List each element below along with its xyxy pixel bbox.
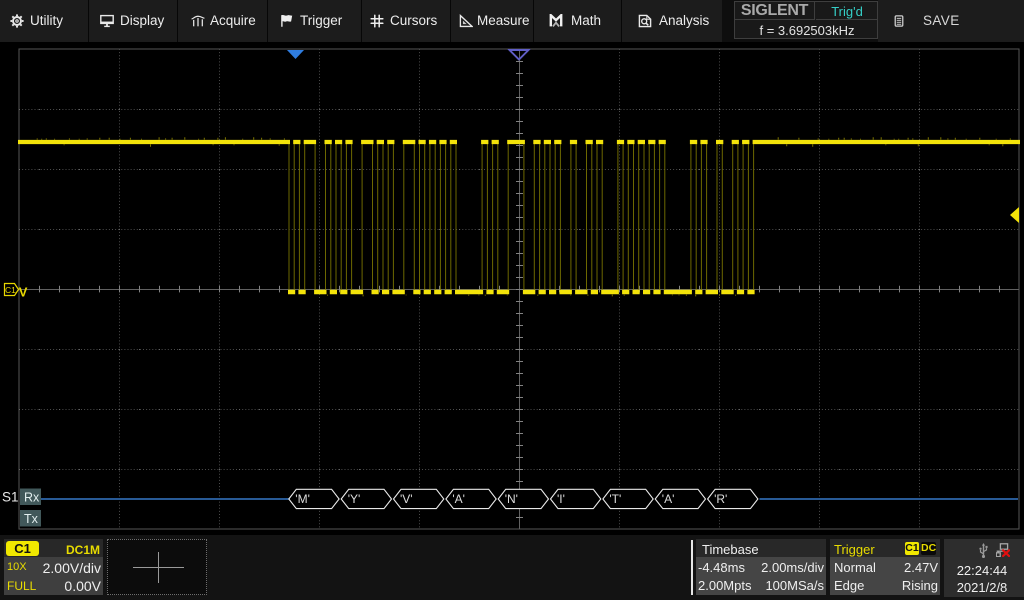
svg-text:'R': 'R' [714, 492, 727, 506]
svg-text:'V': 'V' [400, 492, 413, 506]
svg-text:C1: C1 [5, 285, 16, 295]
svg-text:'A': 'A' [662, 492, 675, 506]
svg-text:'T': 'T' [609, 492, 621, 506]
svg-text:V: V [19, 285, 28, 300]
svg-text:Rx: Rx [24, 491, 40, 505]
svg-text:'Y': 'Y' [348, 492, 361, 506]
svg-text:Tx: Tx [24, 512, 39, 526]
svg-text:'N': 'N' [505, 492, 518, 506]
svg-text:'M': 'M' [295, 492, 310, 506]
svg-text:'I': 'I' [557, 492, 565, 506]
svg-text:'A': 'A' [452, 492, 465, 506]
svg-text:S1: S1 [2, 490, 19, 505]
